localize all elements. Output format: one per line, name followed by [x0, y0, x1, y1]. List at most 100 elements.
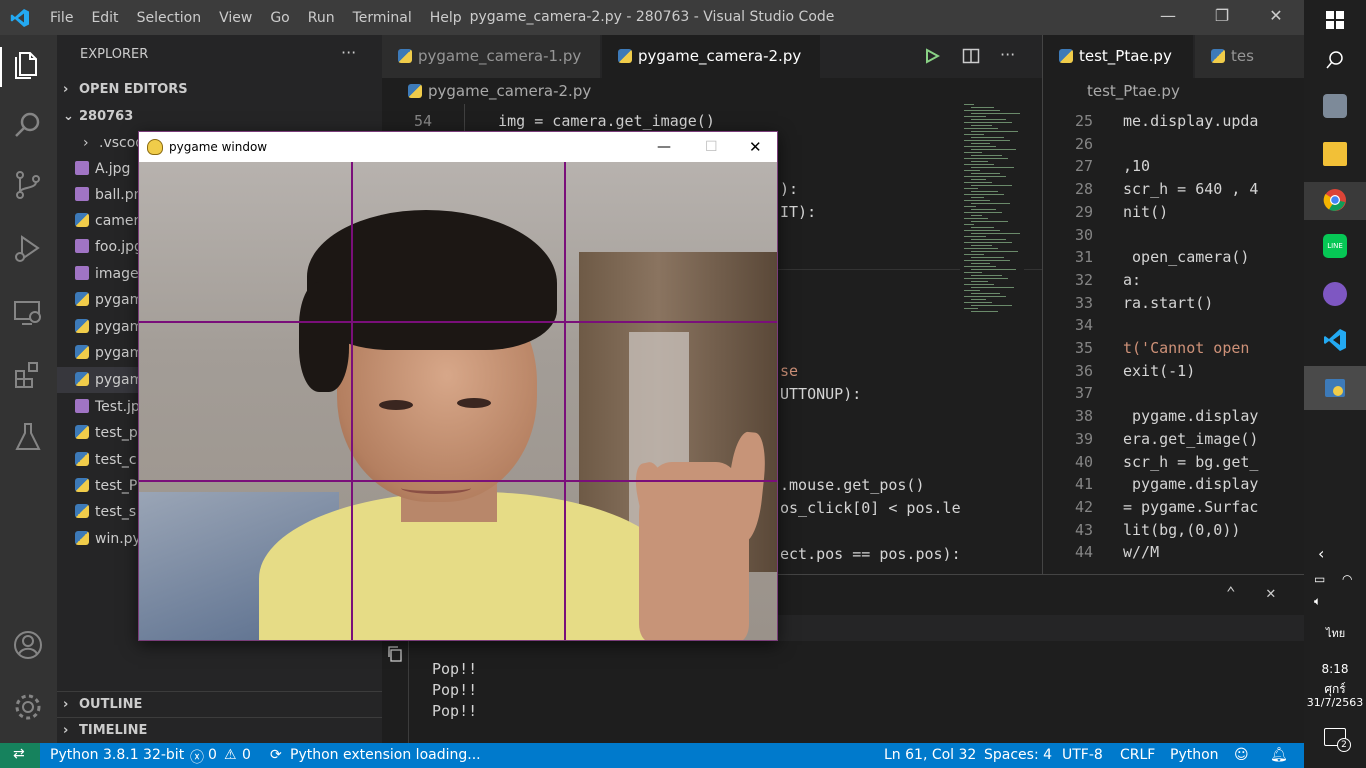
- minimize-button[interactable]: —: [657, 132, 671, 162]
- line-number: 44: [1074, 543, 1093, 562]
- maximize-button[interactable]: ❐: [1212, 6, 1232, 28]
- breadcrumb-right[interactable]: test_Ptae.py: [1042, 78, 1304, 104]
- run-icon[interactable]: [924, 48, 940, 64]
- chevron-down-icon: ⌄: [63, 109, 74, 124]
- copy-icon[interactable]: [386, 645, 404, 663]
- windows-start-icon[interactable]: [1323, 8, 1347, 32]
- menu-view[interactable]: View: [219, 10, 252, 26]
- close-button[interactable]: ✕: [1266, 6, 1286, 28]
- indentation[interactable]: Spaces: 4: [984, 747, 1052, 763]
- folder-section[interactable]: ⌄ 280763: [57, 104, 382, 130]
- chevron-right-icon: ›: [63, 723, 69, 738]
- maximize-panel-icon[interactable]: ⌃: [1226, 583, 1236, 602]
- menu-run[interactable]: Run: [308, 10, 335, 26]
- python-interpreter[interactable]: Python 3.8.1 32-bit: [50, 747, 184, 763]
- remote-explorer-icon[interactable]: [10, 295, 46, 331]
- python-file-icon: [75, 213, 89, 227]
- maximize-button[interactable]: ☐: [705, 132, 718, 162]
- tab-pygame-camera-2[interactable]: pygame_camera-2.py ✕: [602, 35, 820, 108]
- error-icon[interactable]: ⓧ: [190, 747, 204, 767]
- grid-line-vertical: [351, 162, 353, 640]
- line-app-icon[interactable]: LINE: [1323, 234, 1347, 258]
- file-explorer-icon[interactable]: [1323, 142, 1347, 166]
- close-panel-icon[interactable]: ✕: [1266, 583, 1276, 602]
- remote-indicator[interactable]: ⇄: [0, 743, 40, 768]
- vscode-logo-icon: [10, 9, 30, 27]
- split-editor-icon[interactable]: [962, 47, 980, 65]
- cursor-position[interactable]: Ln 61, Col 32: [884, 747, 976, 763]
- menu-help[interactable]: Help: [430, 10, 462, 26]
- explorer-icon[interactable]: [10, 47, 46, 83]
- minimap-line: [971, 179, 986, 180]
- tab-pygame-camera-1[interactable]: pygame_camera-1.py: [382, 35, 600, 78]
- minimize-button[interactable]: —: [1158, 6, 1178, 28]
- python-file-icon: [75, 531, 89, 545]
- search-icon[interactable]: [10, 107, 46, 143]
- outline-section[interactable]: › OUTLINE: [57, 691, 382, 717]
- minimap[interactable]: [960, 104, 1024, 324]
- terminal-line: Pop!!: [432, 702, 478, 720]
- manage-gear-icon[interactable]: [10, 689, 46, 725]
- open-editors-section[interactable]: › OPEN EDITORS: [57, 77, 382, 103]
- encoding[interactable]: UTF-8: [1062, 747, 1103, 763]
- status-bar: ⇄ Python 3.8.1 32-bit ⓧ 0 ⚠ 0 ⟳ Python e…: [0, 743, 1304, 768]
- menu-file[interactable]: File: [50, 10, 73, 26]
- code-line: img = camera.get_image(): [462, 112, 715, 130]
- minimap-line: [964, 308, 978, 309]
- camera-app-icon[interactable]: [1323, 94, 1347, 118]
- breadcrumb[interactable]: pygame_camera-2.py: [382, 78, 1042, 104]
- warning-count[interactable]: 0: [242, 747, 251, 763]
- volume-icon[interactable]: 🔈︎: [1314, 594, 1321, 609]
- minimap-line: [971, 263, 990, 264]
- tab-test-ptae[interactable]: test_Ptae.py ✕: [1043, 35, 1193, 108]
- vscode-taskbar-icon[interactable]: [1323, 328, 1347, 352]
- close-button[interactable]: ✕: [749, 132, 762, 162]
- code-editor-right[interactable]: 25 me.display.upda 26 27 ,10 28 scr_h = 640 , …: [1042, 104, 1304, 574]
- menu-edit[interactable]: Edit: [91, 10, 118, 26]
- minimap-line: [964, 194, 1004, 195]
- language-indicator[interactable]: ไทย: [1326, 624, 1345, 642]
- clock-time[interactable]: 8:18: [1304, 662, 1366, 676]
- wifi-icon[interactable]: ◠: [1342, 572, 1352, 586]
- testing-flask-icon[interactable]: [10, 419, 46, 455]
- warning-icon[interactable]: ⚠: [224, 747, 237, 763]
- error-count[interactable]: 0: [208, 747, 217, 763]
- camera-feed[interactable]: [139, 162, 777, 640]
- source-control-icon[interactable]: [10, 167, 46, 203]
- menu-selection[interactable]: Selection: [137, 10, 202, 26]
- timeline-section[interactable]: › TIMELINE: [57, 717, 382, 743]
- feedback-icon[interactable]: ☺: [1234, 747, 1249, 763]
- battery-icon[interactable]: ▭: [1314, 572, 1325, 586]
- minimap-line: [964, 200, 990, 201]
- menu-go[interactable]: Go: [270, 10, 289, 26]
- python-app-icon[interactable]: [1323, 376, 1347, 400]
- line-number: 25: [1074, 112, 1093, 130]
- pygame-window[interactable]: pygame window — ☐ ✕: [138, 131, 778, 641]
- chrome-icon[interactable]: [1323, 188, 1347, 212]
- chevron-right-icon: ›: [63, 82, 69, 97]
- image-file-icon: [75, 239, 89, 253]
- line-ending[interactable]: CRLF: [1120, 747, 1155, 763]
- minimap-line: [971, 305, 1012, 306]
- tab-tes[interactable]: tes: [1195, 35, 1305, 78]
- minimap-line: [971, 215, 982, 216]
- accounts-icon[interactable]: [10, 627, 46, 663]
- explorer-more-icon[interactable]: ···: [341, 43, 356, 62]
- minimap-line: [964, 206, 976, 207]
- notifications-bell-icon[interactable]: 🔔︎: [1270, 747, 1288, 763]
- chat-app-icon[interactable]: [1323, 282, 1347, 306]
- line-number: 54: [413, 112, 432, 130]
- chevron-left-icon[interactable]: ‹: [1318, 544, 1324, 563]
- pygame-title-bar[interactable]: pygame window — ☐ ✕: [139, 132, 777, 162]
- python-file-icon: [408, 84, 422, 98]
- more-actions-icon[interactable]: ···: [1000, 45, 1015, 64]
- menu-terminal[interactable]: Terminal: [353, 10, 412, 26]
- image-file-icon: [75, 187, 89, 201]
- extensions-icon[interactable]: [10, 357, 46, 393]
- clock-date[interactable]: 31/7/2563: [1304, 696, 1366, 709]
- minimap-line: [964, 278, 1008, 279]
- run-debug-icon[interactable]: [10, 231, 46, 267]
- search-icon[interactable]: [1323, 48, 1347, 72]
- language-mode[interactable]: Python: [1170, 747, 1219, 763]
- code-fragment: IT):: [780, 203, 817, 221]
